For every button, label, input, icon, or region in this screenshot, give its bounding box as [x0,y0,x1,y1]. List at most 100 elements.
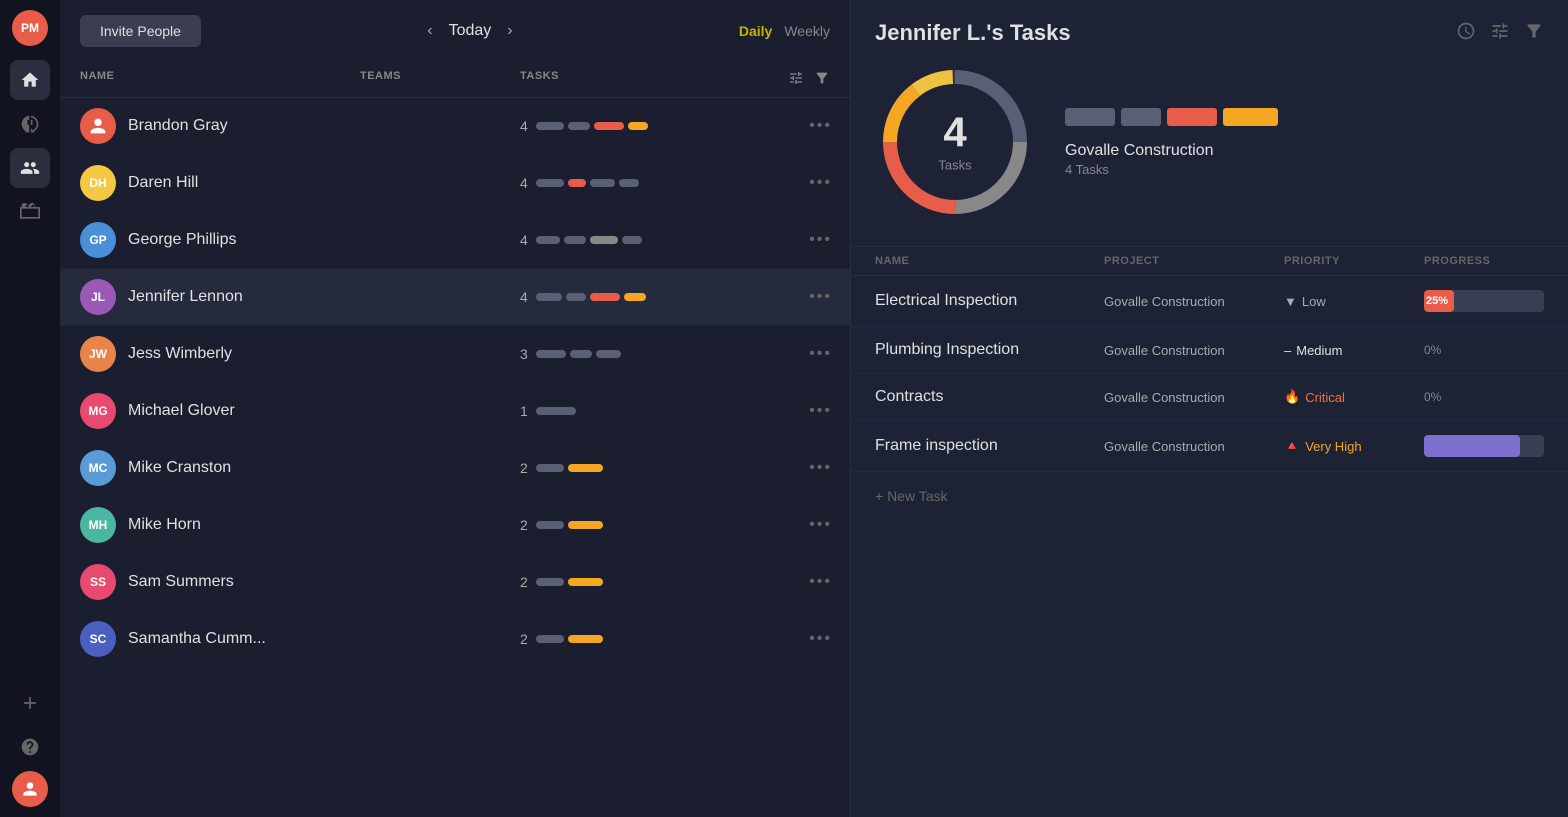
task-row[interactable]: Frame inspection Govalle Construction 🔺 … [851,421,1568,472]
person-row[interactable]: Brandon Gray 4 ••• [60,98,850,155]
tasks-col-name: NAME [875,255,1104,267]
more-button[interactable]: ••• [750,288,830,306]
progress-bar [1424,435,1544,457]
person-tasks: 3 [520,346,750,362]
person-name-label: Daren Hill [128,174,198,192]
progress-bar: 25% [1424,290,1544,312]
filter-icon[interactable] [814,70,830,89]
task-bar [568,464,603,472]
tasks-table-header: NAME PROJECT PRIORITY PROGRESS [851,246,1568,276]
more-button[interactable]: ••• [750,174,830,192]
sidebar-item-projects[interactable] [10,192,50,232]
app-logo[interactable]: PM [12,10,48,46]
daily-view-button[interactable]: Daily [739,23,772,39]
priority-icon: 🔺 [1284,438,1300,454]
more-button[interactable]: ••• [750,459,830,477]
more-button[interactable]: ••• [750,402,830,420]
task-row[interactable]: Electrical Inspection Govalle Constructi… [851,276,1568,327]
task-bar [536,407,576,415]
date-nav: ‹ Today › [211,22,729,40]
more-button[interactable]: ••• [750,231,830,249]
sidebar-item-home[interactable] [10,60,50,100]
person-row[interactable]: GP George Phillips 4 ••• [60,212,850,269]
person-name-label: Brandon Gray [128,117,228,135]
avatar: JL [80,279,116,315]
clock-icon[interactable] [1456,21,1476,46]
person-row[interactable]: MH Mike Horn 2 ••• [60,497,850,554]
person-tasks: 1 [520,403,750,419]
person-tasks: 2 [520,517,750,533]
left-header: Invite People ‹ Today › Daily Weekly [60,0,850,62]
weekly-view-button[interactable]: Weekly [784,23,830,39]
project-tasks: 4 Tasks [1065,162,1278,177]
more-button[interactable]: ••• [750,345,830,363]
donut-number: 4 [938,112,971,154]
filter2-icon[interactable] [1524,21,1544,46]
sidebar-item-people[interactable] [10,148,50,188]
priority-icon: 🔥 [1284,389,1300,405]
table-header-icons [750,70,830,89]
priority-label: Very High [1305,439,1361,454]
tasks-title: Jennifer L.'s Tasks [875,20,1071,46]
priority-badge: ▼ Low [1284,294,1424,309]
person-row[interactable]: SC Samantha Cumm... 2 ••• [60,611,850,668]
person-name: SC Samantha Cumm... [80,621,360,657]
task-bar [564,236,586,244]
main-content: Invite People ‹ Today › Daily Weekly NAM… [60,0,1568,817]
person-name-label: Mike Horn [128,516,201,534]
task-count: 4 [520,289,528,305]
task-bars [536,236,642,244]
task-bar [568,179,586,187]
sidebar-item-add[interactable] [10,683,50,723]
person-name: DH Daren Hill [80,165,360,201]
task-bars [536,464,603,472]
sidebar-item-activity[interactable] [10,104,50,144]
task-count: 2 [520,517,528,533]
task-bar [624,293,646,301]
avatar: JW [80,336,116,372]
tasks-col-project: PROJECT [1104,255,1284,267]
person-row[interactable]: MC Mike Cranston 2 ••• [60,440,850,497]
task-bar [536,236,560,244]
task-project: Govalle Construction [1104,439,1284,454]
task-bar [596,350,621,358]
person-row[interactable]: SS Sam Summers 2 ••• [60,554,850,611]
person-name: MC Mike Cranston [80,450,360,486]
right-header: Jennifer L.'s Tasks [851,0,1568,62]
sidebar-item-help[interactable] [10,727,50,767]
prev-date-button[interactable]: ‹ [427,22,432,40]
priority-icon: ▼ [1284,294,1297,309]
task-row[interactable]: Plumbing Inspection Govalle Construction… [851,327,1568,374]
sidebar-bottom [10,683,50,807]
avatar [80,108,116,144]
person-row[interactable]: DH Daren Hill 4 ••• [60,155,850,212]
settings-icon[interactable] [788,70,804,89]
task-count: 3 [520,346,528,362]
mini-bar-1 [1065,108,1115,126]
task-bar [594,122,624,130]
next-date-button[interactable]: › [507,22,512,40]
task-count: 4 [520,118,528,134]
task-name: Plumbing Inspection [875,341,1104,359]
avatar: DH [80,165,116,201]
avatar: MG [80,393,116,429]
person-row[interactable]: JL Jennifer Lennon 4 ••• [60,269,850,326]
task-bar [566,293,586,301]
invite-people-button[interactable]: Invite People [80,15,201,47]
more-button[interactable]: ••• [750,630,830,648]
task-bar [536,293,562,301]
user-avatar[interactable] [12,771,48,807]
task-name: Contracts [875,388,1104,406]
person-row[interactable]: JW Jess Wimberly 3 ••• [60,326,850,383]
more-button[interactable]: ••• [750,516,830,534]
person-tasks: 4 [520,175,750,191]
more-button[interactable]: ••• [750,117,830,135]
avatar: SS [80,564,116,600]
new-task-button[interactable]: + New Task [851,472,1568,520]
person-row[interactable]: MG Michael Glover 1 ••• [60,383,850,440]
task-bar [619,179,639,187]
settings2-icon[interactable] [1490,21,1510,46]
person-tasks: 4 [520,289,750,305]
task-row[interactable]: Contracts Govalle Construction 🔥 Critica… [851,374,1568,421]
more-button[interactable]: ••• [750,573,830,591]
